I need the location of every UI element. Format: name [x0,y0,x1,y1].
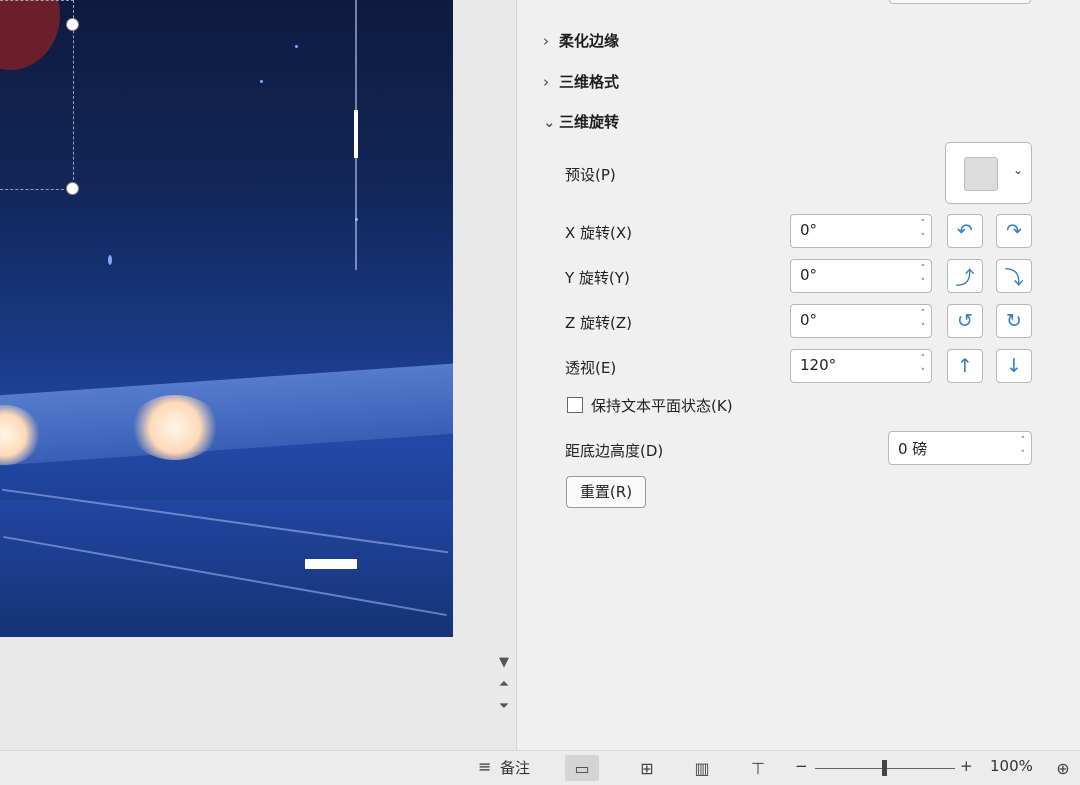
status-bar: ≡ 备注 ▭ ⊞ ▥ ⊤ − + 100% ⊕ [0,750,1080,785]
arrow-up-icon[interactable]: ↑ [947,349,983,383]
zoom-in-button[interactable]: + [960,757,973,775]
preset-dropdown[interactable]: ⌄ [945,142,1032,204]
normal-view-icon[interactable]: ▭ [565,755,599,781]
next-slide-icon[interactable]: ⏷ [494,696,514,718]
rotate-clockwise-icon[interactable]: ↻ [996,304,1032,338]
rotate-right-icon[interactable]: ↷ [996,214,1032,248]
zoom-slider-thumb[interactable] [882,760,887,776]
chevron-right-icon: › [543,73,549,91]
perspective-label: 透视(E) [565,359,617,377]
preset-swatch [964,157,998,191]
zoom-level[interactable]: 100% [990,757,1033,775]
y-rotation-input[interactable]: 0° ˄ ˅ [790,259,932,293]
arrow-down-icon[interactable]: ↓ [996,349,1032,383]
reset-button[interactable]: 重置(R) [566,476,646,508]
previous-slide-icon[interactable]: ⏶ [494,674,514,696]
keep-text-flat-checkbox[interactable] [567,397,583,413]
rotate-up-icon[interactable]: ⤴ [947,259,983,293]
fit-to-window-icon[interactable]: ⊕ [1046,755,1080,781]
vertical-light-bar [354,110,358,158]
top-button-edge[interactable] [889,0,1031,4]
y-rotation-value: 0° [800,266,818,284]
rotate-counterclockwise-icon[interactable]: ↺ [947,304,983,338]
spinner-arrows-icon[interactable]: ˄ ˅ [921,262,926,290]
selection-box[interactable] [0,0,74,190]
format-shape-pane: › 柔化边缘 › 三维格式 ⌄ 三维旋转 预设(P) ⌄ X 旋转(X) 0° ˄ ˅ … [517,0,1080,750]
x-rotation-value: 0° [800,221,818,239]
rotate-left-icon[interactable]: ↶ [947,214,983,248]
chevron-down-icon: ⌄ [543,113,556,131]
perspective-value: 120° [800,356,837,374]
section-soft-edges[interactable]: › 柔化边缘 [543,30,619,51]
spinner-arrows-icon[interactable]: ˄ ˅ [921,217,926,245]
distance-from-ground-value: 0 磅 [898,440,928,458]
spinner-arrows-icon[interactable]: ˄ ˅ [921,352,926,380]
spinner-arrows-icon[interactable]: ˄ ˅ [1021,434,1026,462]
keep-text-flat-label: 保持文本平面状态(K) [591,397,733,415]
section-label: 三维格式 [559,73,620,91]
distance-from-ground-input[interactable]: 0 磅 ˄ ˅ [888,431,1032,465]
star-dot [295,45,298,48]
section-label: 三维旋转 [559,113,620,131]
slideshow-icon[interactable]: ⊤ [741,755,775,781]
slide-editing-area: ▼ ⏶ ⏷ [0,0,516,750]
slide-sorter-icon[interactable]: ⊞ [630,755,664,781]
star-dot [260,80,263,83]
resize-handle[interactable] [66,18,79,31]
scroll-down-icon[interactable]: ▼ [494,652,514,674]
x-rotation-input[interactable]: 0° ˄ ˅ [790,214,932,248]
preset-label: 预设(P) [565,166,616,184]
slide-canvas[interactable] [0,0,453,637]
x-rotation-label: X 旋转(X) [565,224,633,242]
notes-icon[interactable]: ≡ [478,757,491,776]
zoom-out-button[interactable]: − [795,757,808,775]
z-rotation-value: 0° [800,311,818,329]
bridge-light [130,395,220,460]
section-3d-format[interactable]: › 三维格式 [543,71,619,92]
white-bar-shape[interactable] [305,559,357,569]
slide-nav-arrows: ▼ ⏶ ⏷ [494,652,514,718]
section-label: 柔化边缘 [559,32,620,50]
reading-view-icon[interactable]: ▥ [685,755,719,781]
bridge-shape [0,361,453,469]
notes-button[interactable]: 备注 [500,757,530,778]
chevron-right-icon: › [543,32,549,50]
rotate-down-icon[interactable]: ⤵ [996,259,1032,293]
section-3d-rotation[interactable]: ⌄ 三维旋转 [543,111,619,132]
perspective-input[interactable]: 120° ˄ ˅ [790,349,932,383]
chevron-down-icon: ⌄ [1012,163,1023,177]
distance-from-ground-label: 距底边高度(D) [565,442,664,460]
resize-handle[interactable] [66,182,79,195]
spinner-arrows-icon[interactable]: ˄ ˅ [921,307,926,335]
z-rotation-input[interactable]: 0° ˄ ˅ [790,304,932,338]
star-dot [108,255,112,265]
y-rotation-label: Y 旋转(Y) [565,269,630,287]
z-rotation-label: Z 旋转(Z) [565,314,633,332]
